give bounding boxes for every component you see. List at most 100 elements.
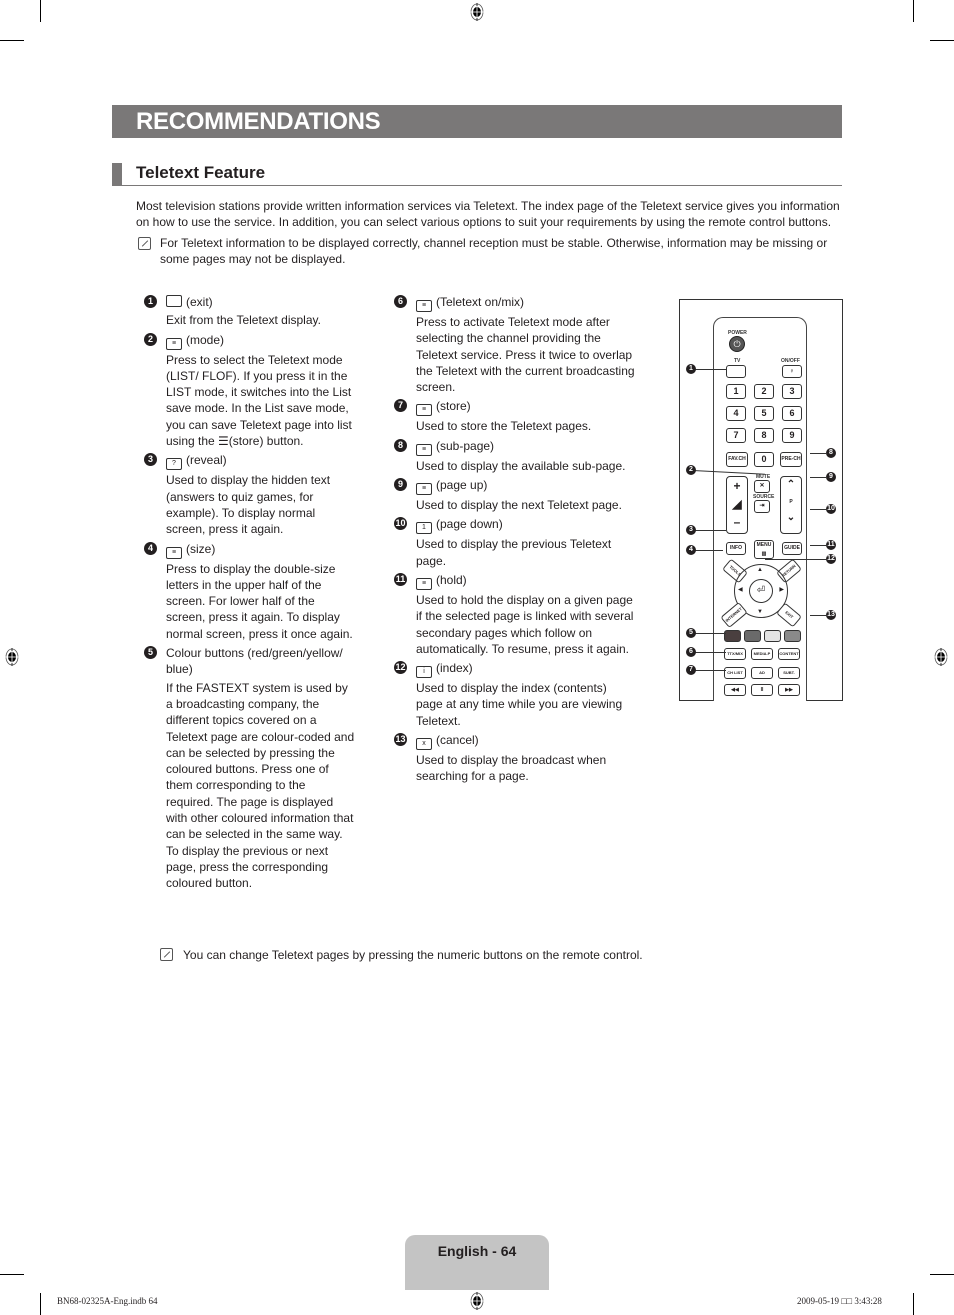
pause-button[interactable]: II [751, 684, 773, 696]
enter-button[interactable]: ⏎ [749, 579, 773, 603]
print-timestamp: 2009-05-19 □□ 3:43:28 [797, 1296, 882, 1306]
info-button[interactable]: INFO [726, 542, 746, 555]
callout-line [810, 545, 826, 546]
item-heading: ? (reveal) [166, 452, 356, 471]
digit-0-button[interactable]: 0 [754, 452, 774, 467]
item-description: Press to select the Teletext mode (LIST/… [166, 352, 352, 449]
registration-mark-icon [4, 648, 20, 666]
callout-line [810, 453, 826, 454]
volume-rocker[interactable]: + ◢ – [726, 476, 748, 534]
callout-9: 9 [826, 472, 836, 482]
callout-3: 3 [686, 525, 696, 535]
callout-line [765, 559, 826, 560]
section-divider [112, 185, 842, 186]
fav-ch-button[interactable]: FAV.CH [726, 452, 748, 467]
cancel-icon: x [416, 738, 432, 751]
list-item: 7 ≡ (store) Used to store the Teletext page… [394, 398, 636, 434]
registration-mark-icon [469, 3, 485, 21]
guide-button[interactable]: GUIDE [782, 542, 802, 555]
store-icon: ≡ [416, 404, 432, 417]
callout-line [693, 670, 726, 671]
blue-color-button[interactable] [784, 630, 801, 642]
digit-4-button[interactable]: 4 [726, 406, 746, 421]
list-item: 11 ≡ (hold) Used to hold the display on a g… [394, 572, 636, 657]
digit-7-button[interactable]: 7 [726, 428, 746, 443]
source-button[interactable]: ⇥ [754, 500, 770, 513]
crop-mark [913, 0, 914, 22]
content-button[interactable]: CONTENT [778, 648, 800, 660]
item-description: Used to display the next Teletext page. [416, 498, 622, 513]
callout-line [693, 652, 726, 653]
digit-9-button[interactable]: 9 [782, 428, 802, 443]
intro-note-text: For Teletext information to be displayed… [160, 235, 828, 266]
item-heading: ≡ (store) [416, 398, 636, 417]
item-number-badge: 10 [394, 517, 407, 531]
item-heading-text: (exit) [186, 295, 213, 309]
left-item-list: 1 (exit) Exit from the Teletext display. 2 ≡… [144, 294, 356, 895]
intro-paragraph: Most television stations provide written… [136, 199, 840, 230]
list-item: 5 Colour buttons (red/green/yellow/ blue)… [144, 645, 356, 891]
tv-button[interactable] [726, 365, 746, 378]
item-heading-text: (sub-page) [436, 438, 495, 453]
light-button[interactable]: ♀ [782, 365, 802, 378]
digit-3-button[interactable]: 3 [782, 384, 802, 399]
digit-1-button[interactable]: 1 [726, 384, 746, 399]
red-color-button[interactable] [724, 630, 741, 642]
crop-mark [0, 40, 24, 41]
callout-13: 13 [826, 610, 836, 620]
intro-section: Most television stations provide written… [136, 198, 846, 267]
callout-line [810, 477, 826, 478]
onoff-label: ON/OFF [781, 358, 800, 364]
left-arrow-icon[interactable]: ◀ [738, 586, 743, 593]
item-description: Used to store the Teletext pages. [416, 419, 592, 434]
up-arrow-icon[interactable]: ▲ [757, 567, 763, 573]
item-heading: ≡ (size) [166, 541, 356, 559]
crop-mark [40, 1293, 41, 1315]
page-label: English - 64 [437, 1243, 517, 1259]
digit-6-button[interactable]: 6 [782, 406, 802, 421]
mute-button[interactable]: ✕ [754, 480, 770, 493]
section-marker [112, 163, 122, 185]
crop-mark [913, 1293, 914, 1315]
list-item: 2 ≡ (mode) Press to select the Teletext mod… [144, 332, 356, 450]
yellow-color-button[interactable] [764, 630, 781, 642]
tv-label: TV [734, 358, 741, 364]
item-number-badge: 2 [144, 332, 157, 346]
item-heading: (exit) [166, 294, 356, 310]
item-description: Press to display the double-size letters… [166, 561, 353, 641]
pre-ch-button[interactable]: PRE-CH [780, 452, 802, 467]
item-number-badge: 12 [394, 661, 407, 675]
item-description: Used to display the available sub-page. [416, 458, 626, 473]
list-item: 1 (exit) Exit from the Teletext display. [144, 294, 356, 329]
chapter-title: RECOMMENDATIONS [136, 108, 381, 135]
item-heading-text: (reveal) [186, 453, 227, 468]
fast-forward-button[interactable]: ▶▶ [778, 684, 800, 696]
power-button[interactable]: ⏻ [729, 336, 745, 352]
media-p-button[interactable]: MEDIA.P [751, 648, 773, 660]
menu-button[interactable]: MENU ▥ [754, 540, 774, 559]
digit-8-button[interactable]: 8 [754, 428, 774, 443]
ad-button[interactable]: AD [751, 667, 773, 679]
item-heading-text: (index) [436, 661, 473, 676]
item-heading: 1 (page down) [416, 516, 636, 535]
ch-list-button[interactable]: CH LIST [724, 667, 746, 679]
item-heading-text: (store) [436, 399, 471, 414]
subtitle-button[interactable]: SUBT. [778, 667, 800, 679]
digit-5-button[interactable]: 5 [754, 406, 774, 421]
right-arrow-icon[interactable]: ▶ [779, 586, 784, 593]
down-arrow-icon[interactable]: ▼ [757, 609, 763, 615]
item-heading: ≡ (sub-page) [416, 438, 636, 456]
callout-7: 7 [686, 665, 696, 675]
ttx-mix-button[interactable]: TTX/MIX [724, 648, 746, 660]
digit-2-button[interactable]: 2 [754, 384, 774, 399]
page-down-icon: 1 [416, 522, 432, 535]
item-heading: Colour buttons (red/green/yellow/ blue) [166, 645, 356, 678]
right-item-list: 6 ≡ (Teletext on/mix) Press to activate Tel… [394, 294, 636, 788]
crop-mark [930, 40, 954, 41]
channel-rocker[interactable]: ⌃ P ⌄ [780, 476, 802, 534]
registration-mark-icon [469, 1292, 485, 1310]
rewind-button[interactable]: ◀◀ [724, 684, 746, 696]
green-color-button[interactable] [744, 630, 761, 642]
callout-line [810, 615, 826, 616]
item-heading-text: (page up) [436, 478, 488, 493]
